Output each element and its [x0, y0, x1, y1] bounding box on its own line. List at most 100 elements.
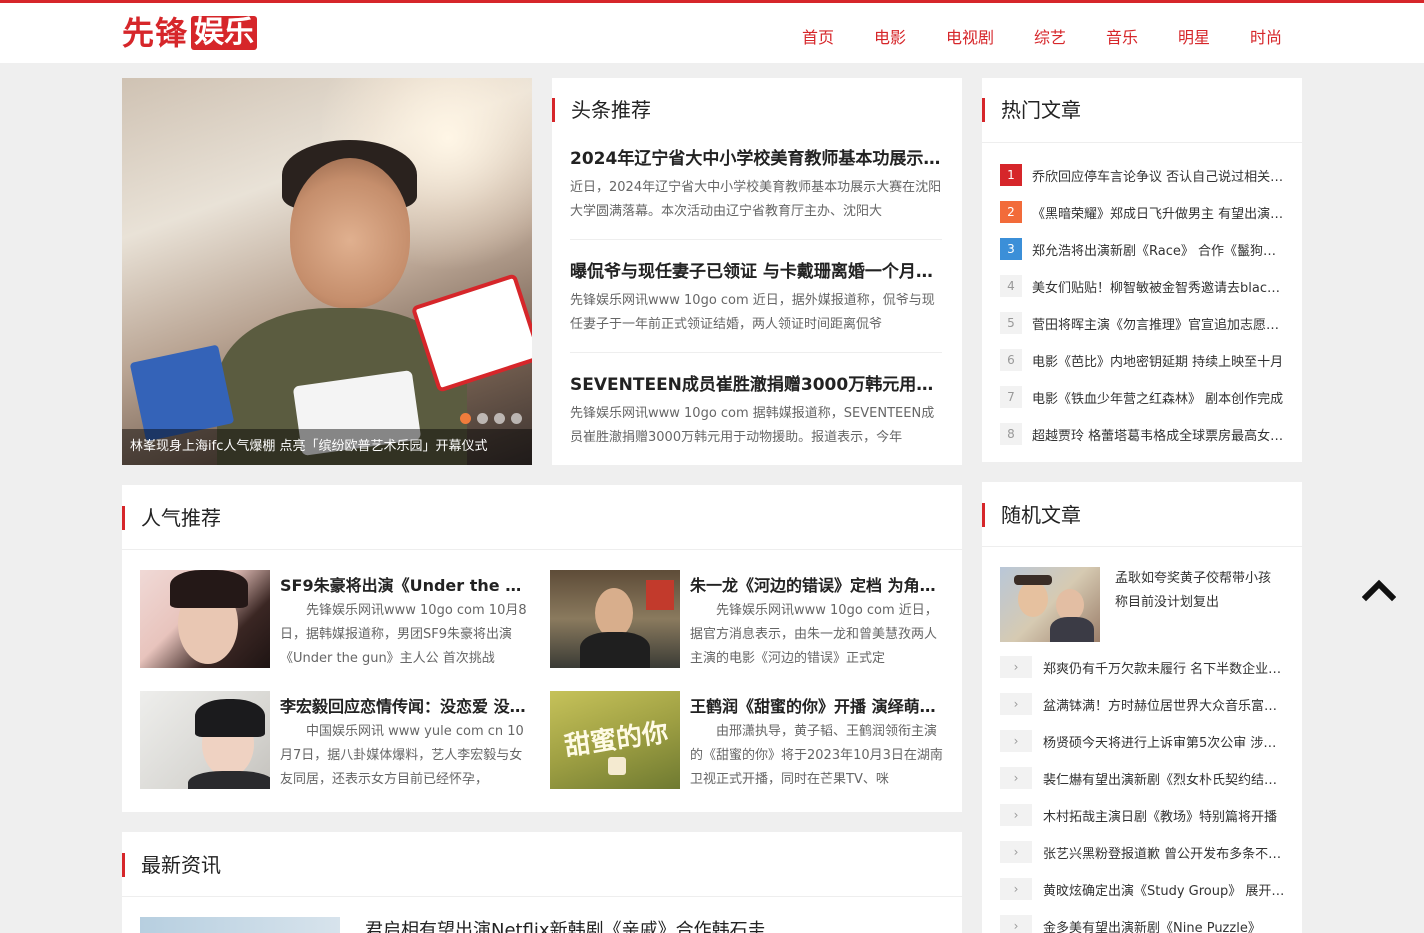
- hero-image: [290, 158, 410, 308]
- random-item[interactable]: › 黄旼炫确定出演《Study Group》 展开校园动作: [1000, 878, 1285, 900]
- rank-badge: 3: [1000, 238, 1022, 260]
- chevron-right-icon: ›: [1000, 730, 1032, 752]
- random-item-title[interactable]: 黄旼炫确定出演《Study Group》 展开校园动作: [1043, 880, 1285, 899]
- hot-item-title[interactable]: 电影《铁血少年营之红森林》 剧本创作完成: [1032, 388, 1285, 407]
- random-item[interactable]: › 裴仁爀有望出演新剧《烈女朴氏契约结婚传》: [1000, 767, 1285, 789]
- chevron-right-icon: ›: [1000, 693, 1032, 715]
- site-logo[interactable]: 先锋 娱乐: [122, 14, 258, 52]
- hot-item-title[interactable]: 《黑暗荣耀》郑成日飞升做男主 有望出演新剧: [1032, 203, 1285, 222]
- chevron-right-icon: ›: [1000, 804, 1032, 826]
- popular-item-desc: 中国娱乐网讯 www yule com cn 10月7日，据八卦媒体爆料，艺人李…: [280, 724, 524, 787]
- hot-item[interactable]: 8 超越贾玲 格蕾塔葛韦格成全球票房最高女导演: [1000, 423, 1285, 445]
- rank-badge: 7: [1000, 386, 1022, 408]
- headline-desc: 近日，2024年辽宁省大中小学校美育教师基本功展示大赛在沈阳大学圆满落幕。本次活…: [570, 180, 942, 219]
- logo-text-primary: 先锋: [122, 14, 189, 52]
- section-title-hot: 热门文章: [982, 98, 1081, 122]
- headline-title[interactable]: SEVENTEEN成员崔胜澈捐赠3000万韩元用于动物援助: [570, 370, 942, 395]
- rank-badge: 8: [1000, 423, 1022, 445]
- hot-item[interactable]: 1 乔欣回应停车言论争议 否认自己说过相关言论: [1000, 164, 1285, 186]
- article-thumbnail[interactable]: 甜蜜的你: [550, 691, 680, 789]
- random-item-title[interactable]: 木村拓哉主演日剧《教场》特别篇将开播: [1043, 806, 1285, 825]
- nav-item-home[interactable]: 首页: [802, 24, 834, 48]
- nav-item-stars[interactable]: 明星: [1178, 24, 1210, 48]
- slider-dot[interactable]: [494, 413, 505, 424]
- section-title-headlines: 头条推荐: [552, 98, 651, 122]
- slider-dot[interactable]: [511, 413, 522, 424]
- slider-caption[interactable]: 林峯现身上海ifc人气爆棚 点亮「缤纷欧普艺术乐园」开幕仪式: [122, 429, 532, 465]
- headline-title[interactable]: 曝侃爷与现任妻子已领证 与卡戴珊离婚一个月后闪婚: [570, 257, 942, 282]
- random-feature-thumbnail[interactable]: [1000, 567, 1100, 642]
- hot-item-title[interactable]: 菅田将晖主演《勿言推理》官宣追加志愿者演员: [1032, 314, 1285, 333]
- site-header: 先锋 娱乐 首页 电影 电视剧 综艺 音乐 明星 时尚: [0, 3, 1424, 63]
- hot-item-title[interactable]: 乔欣回应停车言论争议 否认自己说过相关言论: [1032, 166, 1285, 185]
- hot-item-title[interactable]: 超越贾玲 格蕾塔葛韦格成全球票房最高女导演: [1032, 425, 1285, 444]
- random-item-title[interactable]: 张艺兴黑粉登报道歉 曾公开发布多条不实言论: [1043, 843, 1285, 862]
- nav-item-variety[interactable]: 综艺: [1034, 24, 1066, 48]
- latest-item-title[interactable]: 君启相有望出演Netflix新韩剧《亲戚》合作韩石圭: [365, 916, 945, 933]
- popular-item-title[interactable]: 李宏毅回应恋情传闻：没恋爱 没怀孕: [280, 693, 532, 717]
- divider: [982, 546, 1302, 547]
- random-item-title[interactable]: 盆满钵满！方时赫位居世界大众音乐富豪第五位: [1043, 695, 1285, 714]
- nav-item-fashion[interactable]: 时尚: [1250, 24, 1282, 48]
- random-item[interactable]: › 金多美有望出演新剧《Nine Puzzle》: [1000, 915, 1285, 933]
- hot-item[interactable]: 6 电影《芭比》内地密钥延期 持续上映至十月: [1000, 349, 1285, 371]
- divider: [982, 142, 1302, 143]
- hot-item-title[interactable]: 美女们贴贴！柳智敏被金智秀邀请去blackpink演唱会: [1032, 277, 1285, 296]
- rank-badge: 1: [1000, 164, 1022, 186]
- logo-text-badge: 娱乐: [191, 16, 258, 50]
- section-title-latest: 最新资讯: [122, 853, 221, 877]
- headline-desc: 先锋娱乐网讯www 10go com 近日，据外媒报道称，侃爷与现任妻子于一年前…: [570, 293, 935, 332]
- article-thumbnail[interactable]: [140, 570, 270, 668]
- hot-item[interactable]: 5 菅田将晖主演《勿言推理》官宣追加志愿者演员: [1000, 312, 1285, 334]
- random-item[interactable]: › 张艺兴黑粉登报道歉 曾公开发布多条不实言论: [1000, 841, 1285, 863]
- back-to-top-icon[interactable]: [1362, 575, 1396, 605]
- divider: [122, 549, 962, 550]
- article-thumbnail[interactable]: [550, 570, 680, 668]
- nav-item-tv[interactable]: 电视剧: [946, 24, 994, 48]
- popular-item-desc: 先锋娱乐网讯www 10go com 近日，据官方消息表示，由朱一龙和曾美慧孜两…: [690, 603, 938, 666]
- random-feature-title[interactable]: 孟耿如夸奖黄子佼帮带小孩 称目前没计划复出: [1115, 567, 1287, 615]
- chevron-right-icon: ›: [1000, 841, 1032, 863]
- headline-title[interactable]: 2024年辽宁省大中小学校美育教师基本功展示大赛在沈阳大学圆满落幕: [570, 144, 942, 169]
- hot-item-title[interactable]: 郑允浩将出演新剧《Race》 合作《鬣狗》导演: [1032, 240, 1285, 259]
- hot-item[interactable]: 2 《黑暗荣耀》郑成日飞升做男主 有望出演新剧: [1000, 201, 1285, 223]
- random-item[interactable]: › 郑爽仍有千万欠款未履行 名下半数企业已注销: [1000, 656, 1285, 678]
- article-thumbnail[interactable]: [140, 691, 270, 789]
- rank-badge: 4: [1000, 275, 1022, 297]
- rank-badge: 5: [1000, 312, 1022, 334]
- article-thumbnail[interactable]: [140, 917, 340, 933]
- hero-slider[interactable]: 林峯现身上海ifc人气爆棚 点亮「缤纷欧普艺术乐园」开幕仪式: [122, 78, 532, 465]
- divider: [570, 352, 942, 353]
- random-item[interactable]: › 盆满钵满！方时赫位居世界大众音乐富豪第五位: [1000, 693, 1285, 715]
- random-item[interactable]: › 木村拓哉主演日剧《教场》特别篇将开播: [1000, 804, 1285, 826]
- random-item-title[interactable]: 杨贤硕今天将进行上诉审第5次公审 涉嫌威胁证人: [1043, 732, 1285, 751]
- nav-item-music[interactable]: 音乐: [1106, 24, 1138, 48]
- popular-item-title[interactable]: 朱一龙《河边的错误》定档 为角色增重: [690, 572, 942, 596]
- popular-item-desc: 先锋娱乐网讯www 10go com 10月8日，据韩媒报道称，男团SF9朱豪将…: [280, 603, 527, 666]
- popular-item-title[interactable]: 王鹤润《甜蜜的你》开播 演绎萌系少女: [690, 693, 942, 717]
- chevron-right-icon: ›: [1000, 878, 1032, 900]
- slider-dots: [460, 413, 522, 424]
- section-title-random: 随机文章: [982, 503, 1081, 527]
- popular-item-desc: 由邢潇执导，黄子韬、王鹤润领衔主演的《甜蜜的你》将于2023年10月3日在湖南卫…: [690, 724, 943, 787]
- chevron-right-icon: ›: [1000, 915, 1032, 933]
- chevron-right-icon: ›: [1000, 767, 1032, 789]
- random-item[interactable]: › 杨贤硕今天将进行上诉审第5次公审 涉嫌威胁证人: [1000, 730, 1285, 752]
- section-title-popular: 人气推荐: [122, 506, 221, 530]
- chevron-right-icon: ›: [1000, 656, 1032, 678]
- random-item-title[interactable]: 裴仁爀有望出演新剧《烈女朴氏契约结婚传》: [1043, 769, 1285, 788]
- random-item-title[interactable]: 郑爽仍有千万欠款未履行 名下半数企业已注销: [1043, 658, 1285, 677]
- rank-badge: 2: [1000, 201, 1022, 223]
- nav-item-movie[interactable]: 电影: [874, 24, 906, 48]
- random-item-title[interactable]: 金多美有望出演新剧《Nine Puzzle》: [1043, 917, 1285, 933]
- hot-item[interactable]: 3 郑允浩将出演新剧《Race》 合作《鬣狗》导演: [1000, 238, 1285, 260]
- popular-item-title[interactable]: SF9朱豪将出演《Under the gun》: [280, 572, 532, 596]
- slider-dot[interactable]: [460, 413, 471, 424]
- headline-desc: 先锋娱乐网讯www 10go com 据韩媒报道称，SEVENTEEN成员崔胜澈…: [570, 406, 935, 445]
- slider-dot[interactable]: [477, 413, 488, 424]
- hot-item-title[interactable]: 电影《芭比》内地密钥延期 持续上映至十月: [1032, 351, 1285, 370]
- divider: [122, 896, 962, 897]
- hot-item[interactable]: 7 电影《铁血少年营之红森林》 剧本创作完成: [1000, 386, 1285, 408]
- hot-item[interactable]: 4 美女们贴贴！柳智敏被金智秀邀请去blackpink演唱会: [1000, 275, 1285, 297]
- divider: [570, 239, 942, 240]
